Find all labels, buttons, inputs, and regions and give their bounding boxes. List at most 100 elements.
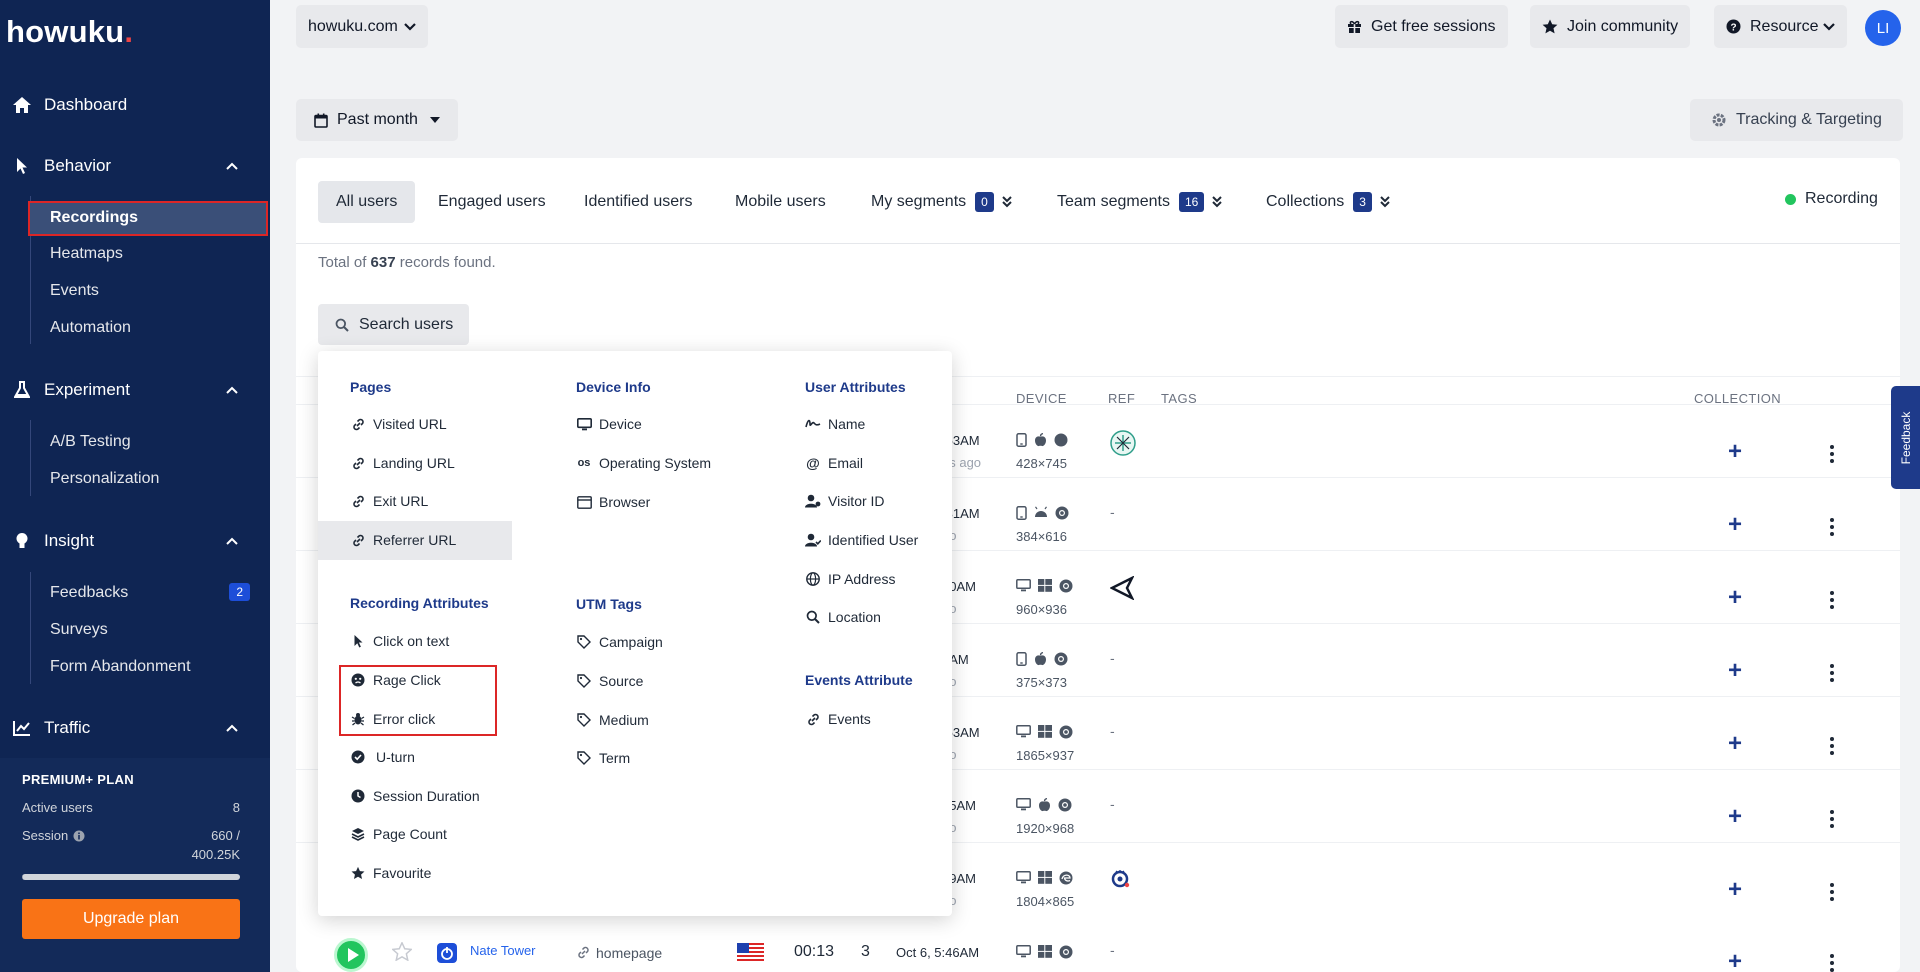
upgrade-plan-button[interactable]: Upgrade plan (22, 899, 240, 939)
row-menu-button[interactable] (1830, 737, 1834, 755)
filter-device[interactable]: Device (576, 416, 642, 432)
sidebar-item-events[interactable]: Events (50, 282, 99, 300)
sidebar-item-surveys[interactable]: Surveys (50, 621, 108, 639)
layers-icon (350, 827, 366, 841)
sidebar-item-feedbacks[interactable]: Feedbacks 2 (50, 583, 250, 602)
play-recording-button[interactable] (334, 938, 368, 972)
row-menu-button[interactable] (1830, 954, 1834, 972)
filter-operating-system[interactable]: os Operating System (576, 455, 711, 471)
tracking-targeting-button[interactable]: Tracking & Targeting (1690, 99, 1903, 141)
session-label: Session (22, 828, 85, 843)
date-range-selector[interactable]: Past month (296, 99, 458, 141)
search-users-button[interactable]: Search users (318, 304, 469, 345)
filter-favourite[interactable]: Favourite (350, 865, 431, 881)
device-icons (1016, 725, 1073, 739)
filter-page-count[interactable]: Page Count (350, 826, 447, 842)
desktop-icon (1016, 725, 1031, 739)
filter-browser[interactable]: Browser (576, 494, 650, 510)
filter-visited-url[interactable]: Visited URL (350, 416, 447, 432)
filter-email[interactable]: @ Email (805, 455, 863, 471)
sidebar-item-automation[interactable]: Automation (50, 319, 131, 337)
nav-experiment[interactable]: Experiment (12, 380, 258, 400)
filter-visitor-id[interactable]: Visitor ID (805, 493, 885, 509)
browser-window-icon (576, 495, 592, 509)
howuku-logo[interactable]: howuku. (6, 14, 133, 50)
sidebar-item-form-abandonment[interactable]: Form Abandonment (50, 658, 191, 676)
referrer-dash: - (1110, 723, 1115, 739)
feedbacks-count-badge: 2 (229, 583, 250, 601)
star-icon (350, 866, 366, 880)
filter-identified-user[interactable]: Identified User (805, 532, 918, 548)
add-to-collection-button[interactable]: + (1728, 876, 1742, 904)
tab-all-users[interactable]: All users (318, 181, 416, 223)
nav-dashboard[interactable]: Dashboard (12, 95, 127, 115)
user-name-link[interactable]: Nate Tower (470, 943, 536, 958)
sidebar-item-ab-testing[interactable]: A/B Testing (50, 433, 131, 451)
tab-collections[interactable]: Collections 3 (1248, 181, 1408, 223)
nav-insight[interactable]: Insight (12, 531, 258, 551)
filter-rage-click[interactable]: Rage Click (350, 672, 441, 688)
row-menu-button[interactable] (1830, 591, 1834, 609)
tab-identified-users[interactable]: Identified users (566, 181, 711, 223)
add-to-collection-button[interactable]: + (1728, 657, 1742, 685)
filter-location[interactable]: Location (805, 609, 881, 625)
chevron-down-icon (404, 22, 416, 31)
row-menu-button[interactable] (1830, 883, 1834, 901)
row-menu-button[interactable] (1830, 810, 1834, 828)
filter-referrer-url[interactable]: Referrer URL (350, 532, 456, 548)
sidebar-item-recordings[interactable]: Recordings (50, 209, 138, 227)
feedback-side-tab[interactable]: Feedback (1891, 386, 1920, 489)
tab-engaged-users[interactable]: Engaged users (420, 181, 564, 223)
filter-term[interactable]: Term (576, 750, 630, 766)
filter-source[interactable]: Source (576, 673, 643, 689)
filter-u-turn[interactable]: U-turn (350, 749, 415, 765)
plan-title: PREMIUM+ PLAN (22, 772, 134, 787)
filter-exit-url[interactable]: Exit URL (350, 493, 428, 509)
filter-landing-url[interactable]: Landing URL (350, 455, 455, 471)
filter-name[interactable]: Name (805, 416, 865, 432)
gear-icon (1711, 112, 1727, 128)
star-icon (1542, 19, 1558, 34)
sidebar-item-heatmaps[interactable]: Heatmaps (50, 245, 123, 263)
sidebar-item-personalization[interactable]: Personalization (50, 470, 159, 488)
tab-team-segments[interactable]: Team segments 16 (1039, 181, 1240, 223)
add-to-collection-button[interactable]: + (1728, 730, 1742, 758)
device-icons (1016, 433, 1068, 447)
device-resolution: 960×936 (1016, 602, 1067, 617)
get-free-sessions-button[interactable]: Get free sessions (1335, 5, 1508, 48)
add-to-collection-button[interactable]: + (1728, 948, 1742, 972)
row-menu-button[interactable] (1830, 664, 1834, 682)
chrome-icon (1055, 506, 1069, 520)
filter-ip-address[interactable]: IP Address (805, 571, 895, 587)
chevron-up-icon[interactable] (226, 724, 238, 732)
filter-session-duration[interactable]: Session Duration (350, 788, 480, 804)
user-avatar[interactable]: LI (1865, 10, 1901, 46)
tab-mobile-users[interactable]: Mobile users (717, 181, 844, 223)
experiment-subnav-line (30, 420, 31, 496)
row-menu-button[interactable] (1830, 518, 1834, 536)
site-selector[interactable]: howuku.com (296, 5, 428, 48)
filter-campaign[interactable]: Campaign (576, 634, 663, 650)
chevron-up-icon[interactable] (226, 386, 238, 394)
row-menu-button[interactable] (1830, 445, 1834, 463)
chevron-up-icon[interactable] (226, 162, 238, 170)
filter-events[interactable]: Events (805, 711, 871, 727)
nav-traffic[interactable]: Traffic (12, 718, 258, 738)
resource-menu[interactable]: ? Resource (1714, 5, 1848, 48)
chevron-up-icon[interactable] (226, 537, 238, 545)
filter-error-click[interactable]: Error click (350, 711, 435, 727)
add-to-collection-button[interactable]: + (1728, 803, 1742, 831)
nav-behavior[interactable]: Behavior (12, 156, 258, 176)
tab-my-segments[interactable]: My segments 0 (853, 181, 1030, 223)
join-community-button[interactable]: Join community (1530, 5, 1691, 48)
favourite-star-icon[interactable] (392, 942, 412, 961)
filter-medium[interactable]: Medium (576, 712, 649, 728)
filter-click-on-text[interactable]: Click on text (350, 633, 449, 649)
double-chevron-down-icon (1002, 196, 1012, 208)
add-to-collection-button[interactable]: + (1728, 438, 1742, 466)
info-icon[interactable] (73, 830, 85, 842)
add-to-collection-button[interactable]: + (1728, 511, 1742, 539)
identified-user-icon (437, 943, 457, 963)
add-to-collection-button[interactable]: + (1728, 584, 1742, 612)
desktop-icon (576, 417, 592, 431)
